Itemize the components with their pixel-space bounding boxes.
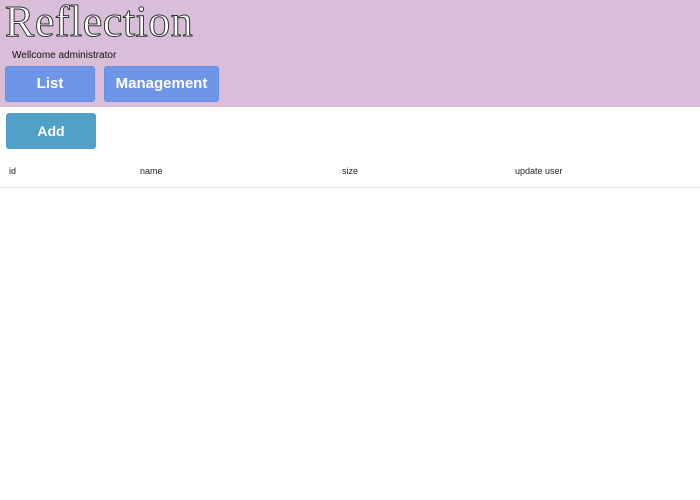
management-button[interactable]: Management	[104, 66, 219, 102]
app-header: Reflection Wellcome administrator List M…	[0, 0, 700, 107]
add-button[interactable]: Add	[6, 113, 96, 149]
list-button[interactable]: List	[5, 66, 95, 102]
welcome-message: Wellcome administrator	[12, 50, 117, 61]
column-header-name: name	[140, 166, 163, 176]
column-header-size: size	[342, 166, 359, 176]
column-header-id: id	[9, 166, 17, 176]
app-title: Reflection	[4, 0, 194, 46]
table-header: id name size update user	[0, 158, 700, 188]
column-header-update-user: update user	[515, 166, 563, 176]
